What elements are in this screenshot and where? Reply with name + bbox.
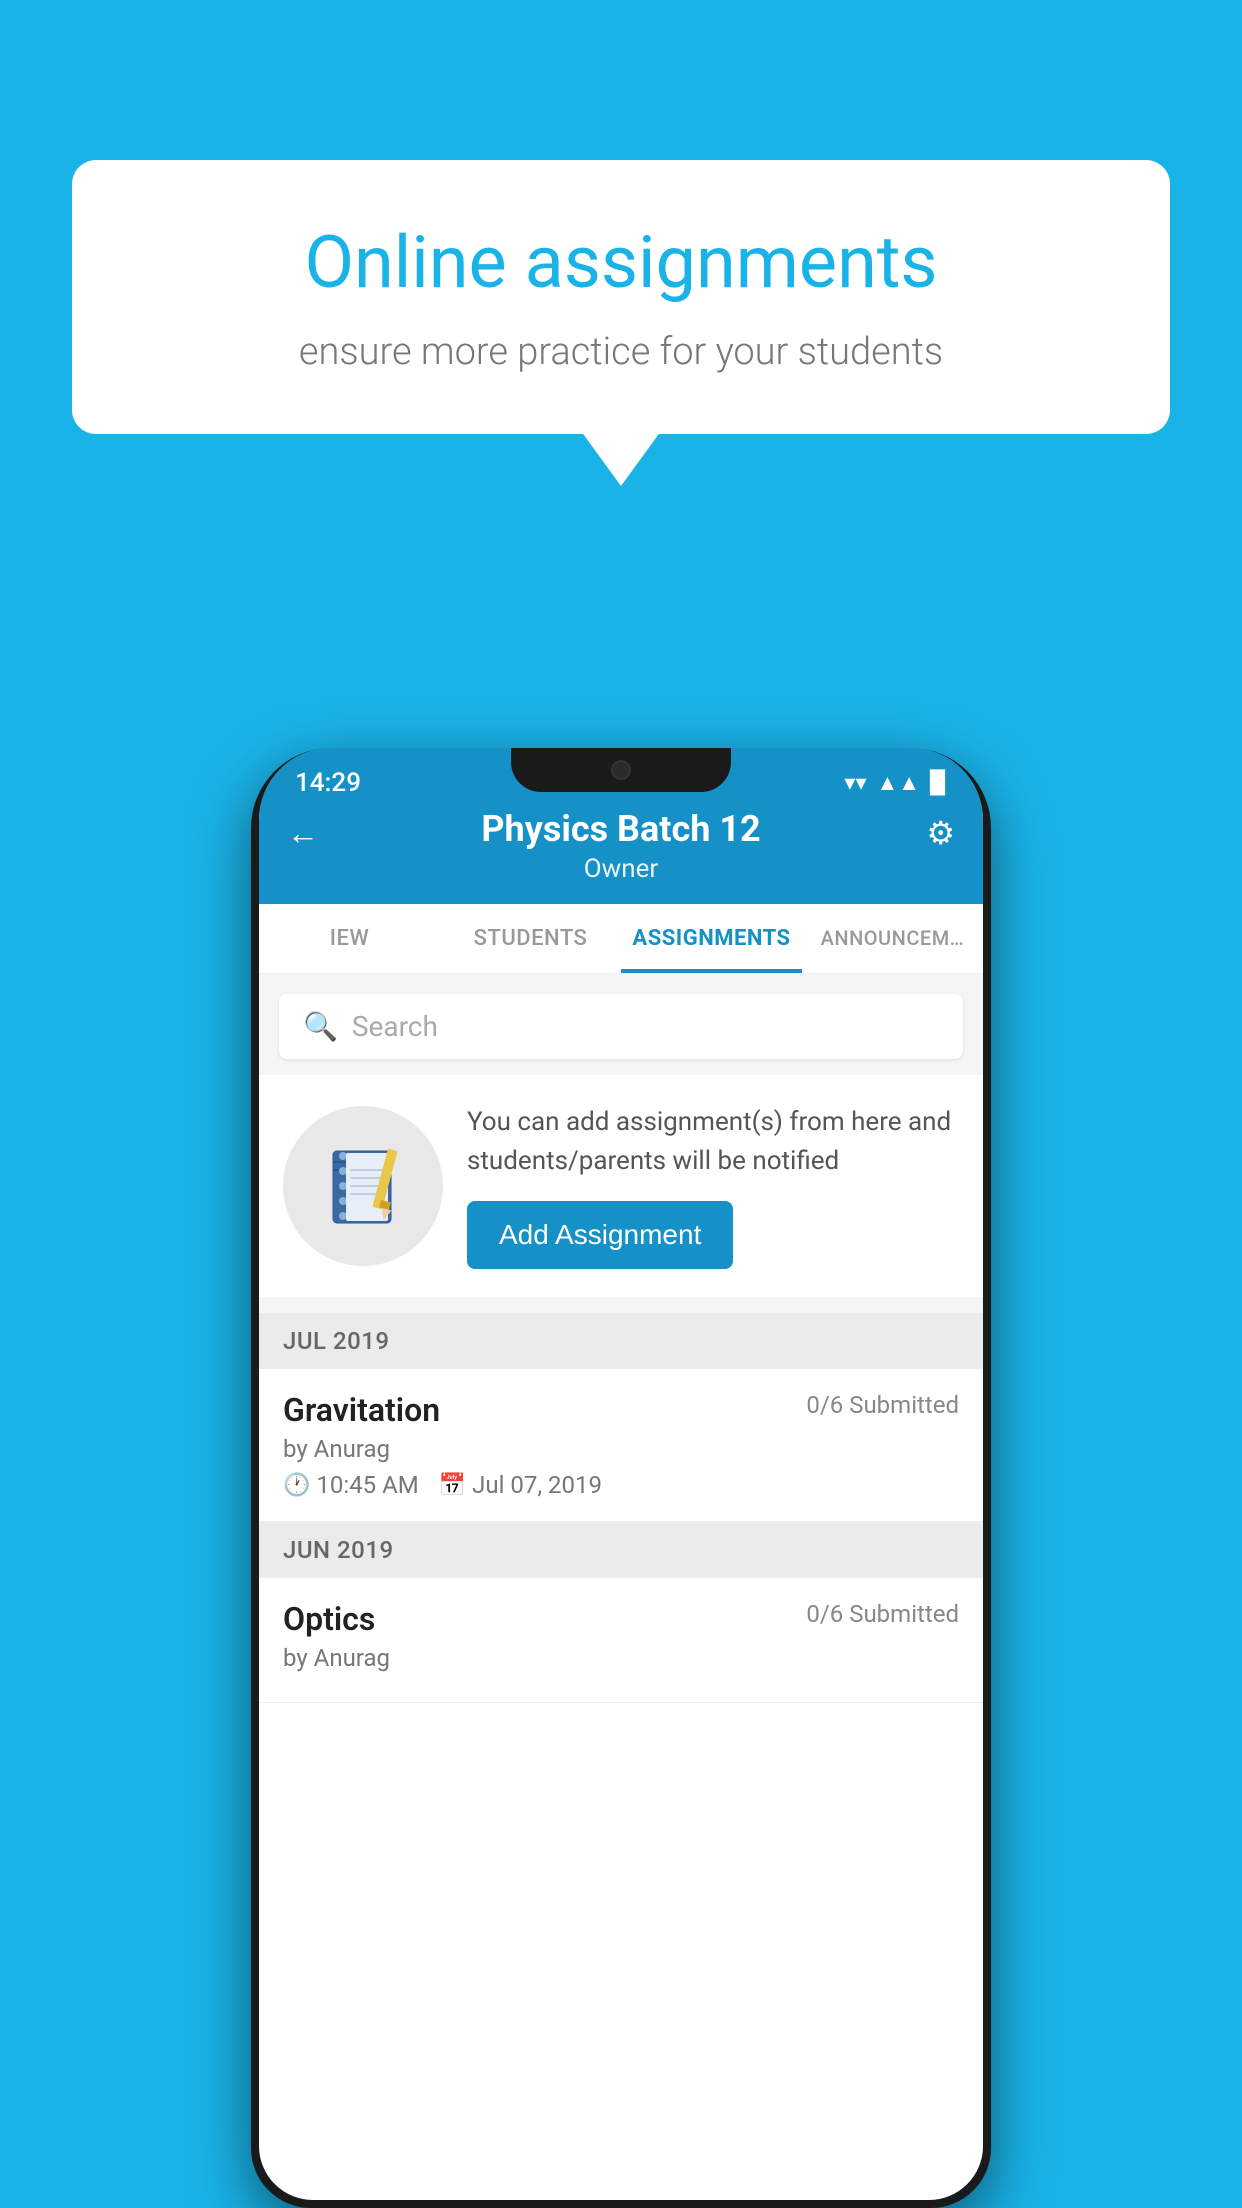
- assignment-row1-optics: Optics 0/6 Submitted: [283, 1600, 959, 1638]
- status-icons: ▾▾ ▲▲ ▉: [844, 770, 947, 796]
- assignment-author-optics: by Anurag: [283, 1644, 959, 1672]
- assignment-row3: 🕐 10:45 AM 📅 Jul 07, 2019: [283, 1471, 959, 1499]
- speech-bubble: Online assignments ensure more practice …: [72, 160, 1170, 434]
- search-placeholder: Search: [352, 1010, 438, 1043]
- phone-frame: 14:29 ▾▾ ▲▲ ▉ ← Physics Batch 12 Owner ⚙…: [251, 748, 991, 2208]
- tab-assignments[interactable]: ASSIGNMENTS: [621, 904, 802, 973]
- wifi-icon: ▾▾: [844, 771, 866, 796]
- section-header-jul: JUL 2019: [259, 1313, 983, 1369]
- content-area: 🔍 Search: [259, 974, 983, 1703]
- back-button[interactable]: ←: [287, 814, 319, 852]
- status-time: 14:29: [295, 768, 361, 798]
- assignment-row1: Gravitation 0/6 Submitted: [283, 1391, 959, 1429]
- promo-right: You can add assignment(s) from here and …: [467, 1103, 959, 1269]
- assignment-author: by Anurag: [283, 1435, 959, 1463]
- assignment-time: 🕐 10:45 AM: [283, 1471, 419, 1499]
- assignment-date: 📅 Jul 07, 2019: [439, 1471, 602, 1499]
- assignment-item-optics[interactable]: Optics 0/6 Submitted by Anurag: [259, 1578, 983, 1703]
- promo-icon-circle: [283, 1106, 443, 1266]
- search-bar[interactable]: 🔍 Search: [279, 994, 963, 1059]
- clock-icon: 🕐: [283, 1473, 310, 1498]
- search-icon: 🔍: [303, 1010, 338, 1043]
- notebook-svg: [318, 1141, 408, 1231]
- assignment-item-gravitation[interactable]: Gravitation 0/6 Submitted by Anurag 🕐 10…: [259, 1369, 983, 1522]
- tab-iew[interactable]: IEW: [259, 904, 440, 973]
- tabs-bar: IEW STUDENTS ASSIGNMENTS ANNOUNCEM…: [259, 904, 983, 974]
- promo-text: You can add assignment(s) from here and …: [467, 1103, 959, 1181]
- settings-icon[interactable]: ⚙: [926, 814, 955, 852]
- calendar-icon: 📅: [439, 1473, 466, 1498]
- phone-camera: [611, 760, 631, 780]
- assignment-time-value: 10:45 AM: [316, 1471, 418, 1499]
- speech-bubble-container: Online assignments ensure more practice …: [72, 160, 1170, 434]
- phone-notch: [511, 748, 731, 792]
- battery-icon: ▉: [930, 771, 947, 796]
- assignment-submitted: 0/6 Submitted: [806, 1391, 959, 1419]
- header-subtitle: Owner: [289, 854, 953, 884]
- header-title: Physics Batch 12: [289, 808, 953, 850]
- promo-card: You can add assignment(s) from here and …: [259, 1075, 983, 1297]
- tab-students[interactable]: STUDENTS: [440, 904, 621, 973]
- signal-icon: ▲▲: [877, 770, 921, 796]
- section-header-jun: JUN 2019: [259, 1522, 983, 1578]
- assignment-date-value: Jul 07, 2019: [472, 1471, 602, 1499]
- speech-bubble-title: Online assignments: [142, 220, 1100, 306]
- assignment-submitted-optics: 0/6 Submitted: [806, 1600, 959, 1628]
- assignment-name-optics: Optics: [283, 1600, 375, 1638]
- assignment-name: Gravitation: [283, 1391, 440, 1429]
- phone-screen: 14:29 ▾▾ ▲▲ ▉ ← Physics Batch 12 Owner ⚙…: [259, 748, 983, 2200]
- add-assignment-button[interactable]: Add Assignment: [467, 1201, 733, 1269]
- speech-bubble-subtitle: ensure more practice for your students: [142, 330, 1100, 374]
- tab-announcements[interactable]: ANNOUNCEM…: [802, 904, 983, 973]
